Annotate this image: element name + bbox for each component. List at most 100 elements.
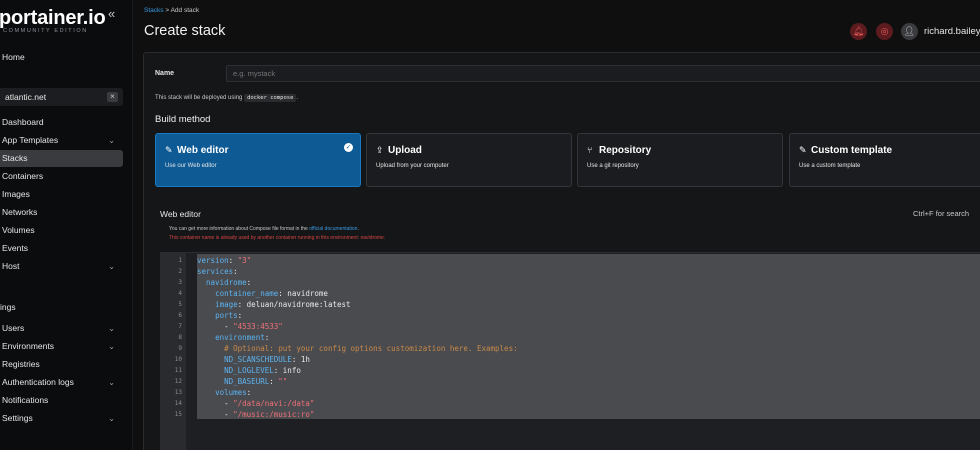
official-documentation-link[interactable]: official documentation bbox=[309, 226, 357, 232]
code-token: "4533:4533" bbox=[233, 322, 283, 331]
sidebar-item-environments[interactable]: Environments ⌄ bbox=[0, 338, 123, 355]
compose-info-suffix: . bbox=[357, 226, 359, 232]
code-token: "/data/navi:/data" bbox=[233, 399, 315, 408]
code-token: navidrome bbox=[206, 278, 247, 287]
sidebar-item-notifications[interactable]: Notifications bbox=[0, 392, 123, 409]
page-title: Create stack bbox=[144, 23, 226, 39]
code-token: services bbox=[197, 267, 234, 276]
build-method-custom-template[interactable]: ✎ Custom template Use a custom template bbox=[789, 133, 980, 187]
build-method-title-text: Web editor bbox=[177, 145, 229, 156]
code-token: : bbox=[269, 377, 279, 386]
deploy-note-suffix: . bbox=[296, 95, 299, 101]
code-token: : bbox=[246, 278, 252, 287]
code-token: : bbox=[237, 311, 243, 320]
sidebar-item-label: Containers bbox=[2, 171, 44, 181]
username[interactable]: richard.bailey bbox=[924, 26, 980, 37]
selection-highlight bbox=[197, 254, 980, 419]
sidebar-item-label: Authentication logs bbox=[2, 377, 74, 387]
sidebar: portainer.io COMMUNITY EDITION « Home at… bbox=[0, 0, 133, 450]
build-method-web-editor[interactable]: ✎ Web editor Use our Web editor ✓ bbox=[155, 133, 361, 187]
build-method-title: ✎ Web editor bbox=[165, 145, 228, 156]
sidebar-item-volumes[interactable]: Volumes bbox=[0, 222, 123, 239]
code-line: container_name: navidrome bbox=[197, 288, 328, 299]
build-method-description: Upload from your computer bbox=[376, 163, 449, 169]
code-line: - "4533:4533" bbox=[197, 321, 283, 332]
line-number: 6 bbox=[178, 312, 182, 319]
build-method-description: Use a git repository bbox=[587, 163, 639, 169]
line-number: 12 bbox=[174, 378, 182, 385]
deploy-note: This stack will be deployed using docker… bbox=[155, 94, 298, 102]
build-method-icon: ⑂ bbox=[587, 145, 593, 155]
line-number: 9 bbox=[178, 345, 182, 352]
build-method-title: ✎ Custom template bbox=[799, 145, 892, 156]
collapse-sidebar-icon[interactable]: « bbox=[108, 7, 122, 22]
build-method-repository[interactable]: ⑂ Repository Use a git repository bbox=[577, 133, 783, 187]
user-avatar-icon[interactable]: 👤︎ bbox=[901, 23, 918, 40]
code-line: volumes: bbox=[197, 387, 251, 398]
sidebar-item-home[interactable]: Home bbox=[0, 49, 123, 66]
logo-text: portainer.io bbox=[0, 7, 106, 29]
line-number: 11 bbox=[174, 367, 182, 374]
build-method-icon: ✎ bbox=[799, 145, 807, 155]
sidebar-item-events[interactable]: Events bbox=[0, 240, 123, 257]
chevron-down-icon: ⌄ bbox=[108, 414, 115, 423]
build-method-title: ⇪ Upload bbox=[376, 145, 422, 156]
sidebar-item-dashboard[interactable]: Dashboard bbox=[0, 114, 123, 131]
line-number: 13 bbox=[174, 389, 182, 396]
create-stack-panel: Name This stack will be deployed using d… bbox=[143, 52, 980, 450]
line-number: 1 bbox=[178, 257, 182, 264]
build-method-description: Use a custom template bbox=[799, 163, 861, 169]
code-line: services: bbox=[197, 266, 238, 277]
build-method-icon: ⇪ bbox=[376, 145, 384, 155]
breadcrumb-stacks-link[interactable]: Stacks bbox=[144, 7, 164, 14]
code-token: "3" bbox=[237, 256, 252, 265]
sidebar-item-users[interactable]: Users ⌄ bbox=[0, 320, 123, 337]
help-lifebuoy-icon[interactable]: ◎ bbox=[876, 23, 893, 40]
code-editor[interactable]: 1 2 3 4 5 6 7 8 9 10 11 12 13 14 15 version: "3" servic… bbox=[160, 252, 980, 450]
code-token: : bbox=[228, 256, 238, 265]
sidebar-item-images[interactable]: Images bbox=[0, 186, 123, 203]
name-label: Name bbox=[155, 70, 175, 77]
portainer-logo[interactable]: portainer.io COMMUNITY EDITION bbox=[0, 4, 120, 34]
environment-selector[interactable]: atlantic.net × bbox=[0, 88, 123, 106]
code-token: : 1h bbox=[291, 355, 310, 364]
sidebar-item-stacks[interactable]: Stacks bbox=[0, 150, 123, 167]
deploy-note-code: docker compose bbox=[244, 94, 297, 102]
notification-bell-icon[interactable]: 🔔︎ bbox=[850, 23, 867, 40]
environment-name: atlantic.net bbox=[5, 92, 47, 102]
code-token: ND_LOGLEVEL bbox=[224, 366, 274, 375]
code-line: ND_LOGLEVEL: info bbox=[197, 365, 301, 376]
code-token: - bbox=[197, 322, 234, 331]
code-line: ports: bbox=[197, 310, 242, 321]
sidebar-item-app-templates[interactable]: App Templates ⌄ bbox=[0, 132, 123, 149]
sidebar-item-networks[interactable]: Networks bbox=[0, 204, 123, 221]
close-environment-icon[interactable]: × bbox=[107, 92, 118, 102]
code-token: : info bbox=[273, 366, 301, 375]
code-line: ND_SCANSCHEDULE: 1h bbox=[197, 354, 310, 365]
sidebar-item-containers[interactable]: Containers bbox=[0, 168, 123, 185]
build-method-title-text: Upload bbox=[388, 145, 422, 156]
code-line: environment: bbox=[197, 332, 269, 343]
chevron-down-icon: ⌄ bbox=[108, 324, 115, 333]
code-token: : bbox=[264, 333, 270, 342]
sidebar-item-registries[interactable]: Registries bbox=[0, 356, 123, 373]
line-number: 14 bbox=[174, 400, 182, 407]
code-area[interactable]: version: "3" services: navidrome: contain… bbox=[186, 253, 980, 450]
sidebar-item-label: Settings bbox=[2, 413, 33, 423]
code-token: environment bbox=[215, 333, 265, 342]
code-token: "/music:/music:ro" bbox=[233, 410, 315, 419]
sidebar-item-settings[interactable]: Settings ⌄ bbox=[0, 410, 123, 427]
line-number: 2 bbox=[178, 268, 182, 275]
sidebar-item-authentication-logs[interactable]: Authentication logs ⌄ bbox=[0, 374, 123, 391]
line-number-gutter: 1 2 3 4 5 6 7 8 9 10 11 12 13 14 15 bbox=[160, 253, 186, 450]
stack-name-input[interactable] bbox=[226, 65, 980, 82]
sidebar-item-host[interactable]: Host ⌄ bbox=[0, 258, 123, 275]
code-token: : navidrome bbox=[278, 289, 328, 298]
sidebar-item-label: Registries bbox=[2, 359, 40, 369]
chevron-down-icon: ⌄ bbox=[108, 342, 115, 351]
build-method-upload[interactable]: ⇪ Upload Upload from your computer bbox=[366, 133, 572, 187]
